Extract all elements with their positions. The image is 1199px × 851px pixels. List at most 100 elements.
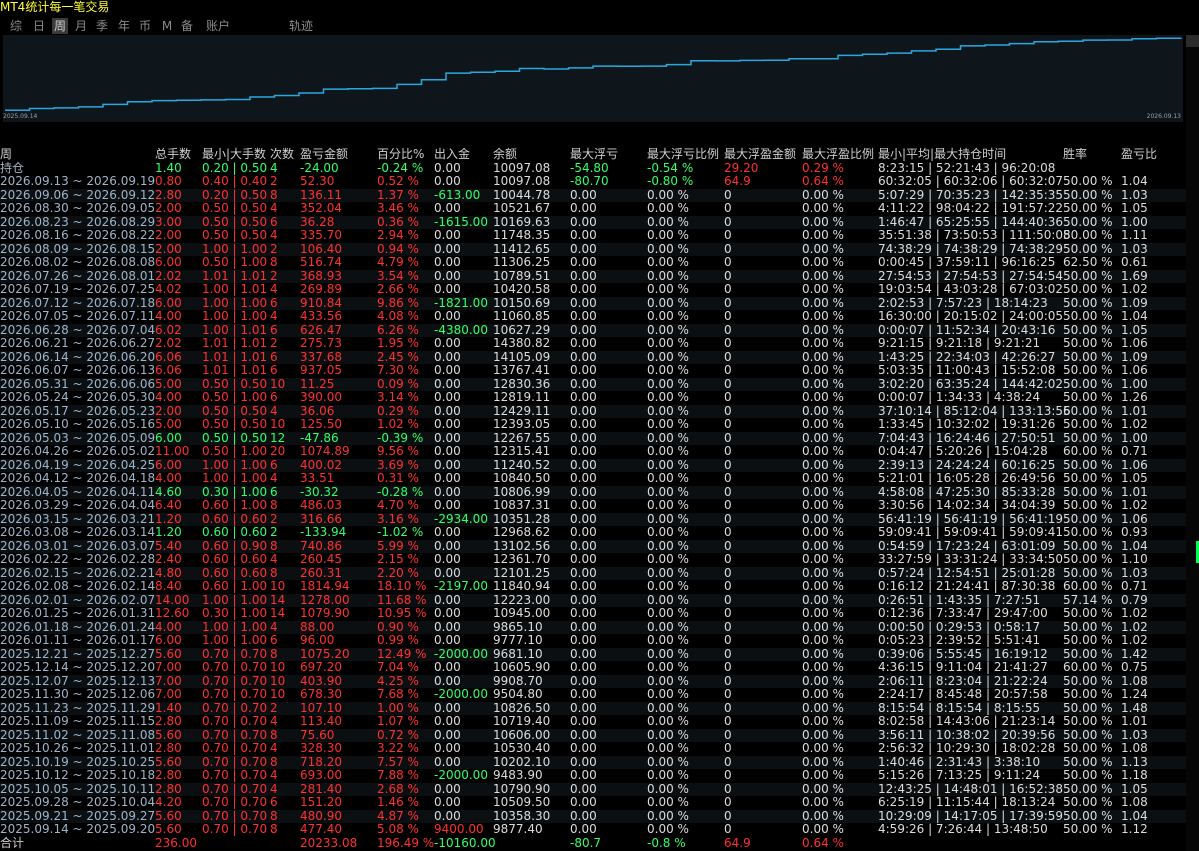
cell-total-lots: 12.60 [155, 606, 190, 620]
table-row[interactable]: 2025.09.21 ~ 2025.09.27 5.60 0.70 | 0.70 8 4… [0, 809, 1186, 823]
cell-total-lots: 6.00 [155, 430, 182, 445]
table-row[interactable]: 2026.02.01 ~ 2026.02.07 14.00 1.00 | 1.00 1… [0, 592, 1186, 607]
table-row[interactable]: 2025.11.02 ~ 2025.11.08 5.60 0.70 | 0.70 8 7… [0, 728, 1186, 742]
table-row[interactable]: 2026.07.12 ~ 2026.07.18 6.00 1.00 | 1.00 6 9… [0, 296, 1186, 310]
tab-track[interactable]: 轨迹 [287, 18, 315, 34]
table-header: 周 总手数 最小|大手数 次数 盈亏金额 百分比% 出入金 余额 最大浮亏 最大浮亏比例 最大浮盈金… [0, 147, 1186, 162]
table-row[interactable]: 2026.03.29 ~ 2026.04.04 6.40 0.60 | 1.00 8 4… [0, 498, 1186, 513]
table-row[interactable]: 2025.11.23 ~ 2025.11.29 1.40 0.70 | 0.70 2 1… [0, 700, 1186, 715]
table-row[interactable]: 2026.06.28 ~ 2026.07.04 6.02 1.00 | 1.01 6 6… [0, 322, 1186, 337]
holding-row[interactable]: 持仓 1.40 0.20 | 0.50 4 -24.00 -0.24 % 0.00 10097… [0, 161, 1186, 176]
table-row[interactable]: 2026.01.11 ~ 2026.01.17 6.00 1.00 | 1.00 6 9… [0, 633, 1186, 648]
table-row[interactable]: 2026.04.12 ~ 2026.04.18 4.00 1.00 | 1.00 4 3… [0, 471, 1186, 486]
table-row[interactable]: 2026.01.25 ~ 2026.01.31 12.60 0.30 | 1.00 1… [0, 606, 1186, 621]
table-row[interactable]: 2026.08.23 ~ 2026.08.29 3.00 0.50 | 0.50 6 3… [0, 215, 1186, 229]
cell-percent: 6.26 % [377, 322, 419, 337]
cell-max-float-profit: 0 [724, 592, 732, 607]
cell-total-lots: 14.00 [155, 592, 190, 607]
table-row[interactable]: 2026.08.02 ~ 2026.08.08 6.00 0.50 | 1.00 8 5… [0, 255, 1186, 270]
cell-min-max-lots: 0.60 | 1.00 [202, 579, 268, 593]
cell-trade-count: 2 [270, 268, 278, 283]
table-row[interactable]: 2025.10.12 ~ 2025.10.18 2.80 0.70 | 0.70 4 6… [0, 768, 1186, 783]
cell-balance: 9777.10 [493, 633, 543, 647]
table-row[interactable]: 2026.08.30 ~ 2026.09.05 2.00 0.50 | 0.50 4 3… [0, 201, 1186, 216]
tab-day[interactable]: 日 [32, 18, 46, 34]
cell-trade-count: 10 [270, 579, 286, 593]
cell-max-float-profit: 0 [724, 390, 732, 404]
table-row[interactable]: 2026.04.19 ~ 2026.04.25 6.00 1.00 | 1.00 6 4… [0, 458, 1186, 472]
cell-min-max-lots: 0.70 | 0.70 [202, 795, 268, 809]
table-row[interactable]: 2026.09.06 ~ 2026.09.12 2.80 0.20 | 0.50 8 1… [0, 188, 1186, 202]
tab-quarter[interactable]: 季 [95, 18, 109, 34]
table-row[interactable]: 2025.09.14 ~ 2025.09.20 5.60 0.70 | 0.70 8 4… [0, 822, 1186, 837]
tab-note[interactable]: 备 [180, 18, 194, 34]
table-row[interactable]: 2026.07.05 ~ 2026.07.11 4.00 1.00 | 1.00 4 4… [0, 309, 1186, 324]
table-row[interactable]: 2026.06.14 ~ 2026.06.20 6.06 1.01 | 1.01 6 3… [0, 349, 1186, 364]
cell-pl-ratio: 1.09 [1121, 349, 1148, 364]
tab-account[interactable]: 账户 [204, 18, 232, 34]
cell-period: 2026.05.24 ~ 2026.05.30 [0, 390, 156, 404]
tab-currency[interactable]: 币 [138, 18, 152, 34]
cell-total-lots: 6.00 [155, 255, 182, 269]
table-row[interactable]: 2026.02.08 ~ 2026.02.14 8.40 0.60 | 1.00 10… [0, 579, 1186, 594]
tab-m[interactable]: M [160, 18, 174, 34]
table-row[interactable]: 2026.01.18 ~ 2026.01.24 4.00 1.00 | 1.00 4 8… [0, 619, 1186, 634]
table-row[interactable]: 2026.08.16 ~ 2026.08.22 2.00 0.50 | 0.50 4 3… [0, 228, 1186, 243]
table-row[interactable]: 2026.09.13 ~ 2026.09.19 0.80 0.40 | 0.40 2 5… [0, 174, 1186, 189]
cell-trade-count: 6 [270, 349, 278, 364]
cell-trade-count: 6 [270, 633, 278, 647]
cell-max-float-profit-pct: 0.00 % [802, 363, 844, 377]
cell-trade-count: 4 [270, 201, 278, 215]
table-row[interactable]: 2026.04.26 ~ 2026.05.02 11.00 0.50 | 1.00 2… [0, 444, 1186, 459]
cell-max-float-profit: 0 [724, 552, 732, 566]
cell-profit-loss: 36.06 [300, 403, 335, 418]
tab-summary[interactable]: 综 [9, 18, 23, 34]
cell-hold-time: 0:12:36 | 7:33:47 | 29:47:00 [878, 606, 1048, 620]
table-row[interactable]: 2025.11.30 ~ 2025.12.06 7.00 0.70 | 0.70 10… [0, 687, 1186, 702]
cell-max-float-profit: 0 [724, 282, 732, 296]
table-row[interactable]: 2026.07.19 ~ 2026.07.25 4.02 1.00 | 1.01 4 2… [0, 282, 1186, 297]
table-row[interactable]: 2026.05.24 ~ 2026.05.30 4.00 0.50 | 1.00 6 3… [0, 390, 1186, 405]
table-row[interactable]: 2026.03.15 ~ 2026.03.21 1.20 0.60 | 0.60 2 3… [0, 512, 1186, 526]
cell-profit-loss: 516.74 [300, 255, 342, 269]
tab-week[interactable]: 周 [52, 18, 68, 34]
tab-month[interactable]: 月 [74, 18, 88, 34]
cell-balance: 11840.94 [493, 579, 551, 593]
table-row[interactable]: 2025.12.14 ~ 2025.12.20 7.00 0.70 | 0.70 10… [0, 660, 1186, 675]
table-row[interactable]: 2026.06.21 ~ 2026.06.27 2.02 1.01 | 1.01 2 2… [0, 336, 1186, 351]
table-row[interactable]: 2026.05.17 ~ 2026.05.23 2.00 0.50 | 0.50 4 3… [0, 403, 1186, 418]
cell-trade-count: 8 [270, 822, 278, 836]
table-row[interactable]: 2026.04.05 ~ 2026.04.11 4.60 0.30 | 1.00 6 -… [0, 485, 1186, 499]
table-row[interactable]: 2026.02.15 ~ 2026.02.21 4.80 0.60 | 0.60 8 2… [0, 566, 1186, 580]
table-row[interactable]: 2025.09.28 ~ 2025.10.04 4.20 0.70 | 0.70 6 1… [0, 795, 1186, 810]
table-row[interactable]: 2026.05.31 ~ 2026.06.06 5.00 0.50 | 0.50 10… [0, 377, 1186, 391]
cell-percent: 0.29 % [377, 403, 419, 418]
cell-period: 2026.02.22 ~ 2026.02.28 [0, 552, 156, 566]
header-deposit-withdraw: 出入金 [434, 147, 471, 161]
cell-percent: 11.68 % [377, 592, 427, 607]
table-row[interactable]: 2025.10.05 ~ 2025.10.11 2.80 0.70 | 0.70 4 2… [0, 782, 1186, 796]
table-row[interactable]: 2025.12.07 ~ 2025.12.13 7.00 0.70 | 0.70 10… [0, 674, 1186, 688]
scrollbar-thumb[interactable] [1186, 35, 1199, 47]
table-row[interactable]: 2026.02.22 ~ 2026.02.28 2.40 0.60 | 0.60 4 2… [0, 552, 1186, 567]
cell-max-float-profit: 0 [724, 619, 732, 634]
cell-percent: 4.70 % [377, 498, 419, 512]
table-row[interactable]: 2026.07.26 ~ 2026.08.01 2.02 1.01 | 1.01 2 3… [0, 268, 1186, 283]
table-row[interactable]: 2025.10.19 ~ 2025.10.25 5.60 0.70 | 0.70 8 7… [0, 755, 1186, 769]
table-row[interactable]: 2026.06.07 ~ 2026.06.13 6.06 1.01 | 1.01 6 9… [0, 363, 1186, 378]
cell-period: 2026.04.26 ~ 2026.05.02 [0, 444, 156, 458]
scrollbar[interactable] [1186, 35, 1199, 851]
cell-min-max-lots: 0.50 | 0.50 [202, 228, 268, 242]
table-row[interactable]: 2025.11.09 ~ 2025.11.15 2.80 0.70 | 0.70 4 1… [0, 714, 1186, 729]
table-row[interactable]: 2026.03.08 ~ 2026.03.14 1.20 0.60 | 0.60 2 -… [0, 525, 1186, 540]
cell-max-float-loss: 0.00 [570, 349, 597, 364]
table-row[interactable]: 2025.10.26 ~ 2025.11.01 2.80 0.70 | 0.70 4 3… [0, 741, 1186, 756]
table-row[interactable]: 2026.08.09 ~ 2026.08.15 2.00 1.00 | 1.00 2 1… [0, 242, 1186, 256]
table-row[interactable]: 2026.05.03 ~ 2026.05.09 6.00 0.50 | 0.50 12… [0, 430, 1186, 445]
table-row[interactable]: 2026.05.10 ~ 2026.05.16 5.00 0.50 | 0.50 10… [0, 417, 1186, 432]
tab-year[interactable]: 年 [117, 18, 131, 34]
cell-deposit-withdraw: 0.00 [434, 700, 461, 715]
cell-pl-ratio: 1.12 [1121, 822, 1148, 836]
table-row[interactable]: 2025.12.21 ~ 2025.12.27 5.60 0.70 | 0.70 8 1… [0, 647, 1186, 661]
table-row[interactable]: 2026.03.01 ~ 2026.03.07 5.40 0.60 | 0.90 8 7… [0, 539, 1186, 553]
